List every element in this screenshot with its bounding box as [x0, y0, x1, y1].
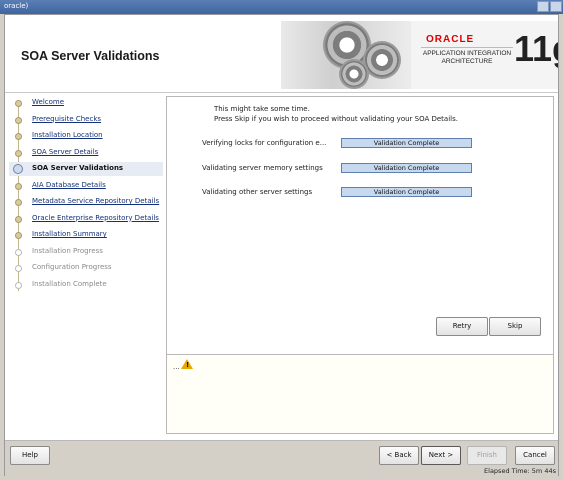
nav-step-prerequisite-checks[interactable]: Prerequisite Checks [9, 113, 163, 127]
nav-step-soa-server-details[interactable]: SOA Server Details [9, 146, 163, 160]
step-done-icon [15, 182, 22, 190]
step-current-icon [13, 164, 23, 174]
nav-step-installation-complete: Installation Complete [9, 278, 163, 292]
close-window-button[interactable] [550, 1, 562, 12]
status-bar: Elapsed Time: 5m 44s [5, 467, 558, 476]
step-done-icon [15, 232, 22, 239]
nav-step-aia-database-details[interactable]: AIA Database Details [9, 179, 163, 193]
step-done-icon [15, 149, 22, 157]
installer-window: SOA Server Validations ORACLE APPLICATIO… [4, 14, 559, 476]
wizard-steps-nav: Welcome Prerequisite Checks Installation… [9, 93, 163, 438]
step-done-icon [15, 215, 22, 223]
skip-button[interactable]: Skip [489, 317, 541, 336]
gears-graphic [281, 21, 411, 89]
wizard-footer: Help < Back Next > Finish Cancel [5, 440, 558, 468]
page-header: SOA Server Validations ORACLE APPLICATIO… [5, 15, 558, 93]
cancel-button[interactable]: Cancel [515, 446, 555, 465]
step-done-icon [15, 133, 22, 140]
nav-step-oracle-enterprise-repository[interactable]: Oracle Enterprise Repository Details [9, 212, 163, 226]
window-titlebar: oracle) [0, 0, 563, 14]
product-name-line2: ARCHITECTURE [441, 58, 493, 65]
back-button[interactable]: < Back [379, 446, 419, 465]
step-pending-icon [15, 281, 22, 289]
validation-label: Validating other server settings [202, 188, 313, 196]
nav-step-welcome[interactable]: Welcome [9, 96, 163, 110]
retry-button[interactable]: Retry [436, 317, 488, 336]
help-button[interactable]: Help [10, 446, 50, 465]
page-title: SOA Server Validations [21, 49, 160, 63]
minimize-button[interactable] [537, 1, 549, 12]
info-text: This might take some time. Press Skip if… [214, 105, 458, 124]
validation-status: Validation Complete [341, 187, 472, 197]
product-banner: ORACLE APPLICATION INTEGRATION ARCHITECT… [281, 21, 558, 89]
validation-row: Verifying locks for configuration e... V… [202, 138, 532, 150]
product-name-line1: APPLICATION INTEGRATION [422, 50, 512, 57]
window-title: oracle) [4, 2, 29, 10]
gear-icon [325, 23, 369, 67]
finish-button: Finish [467, 446, 507, 465]
validation-label: Validating server memory settings [202, 164, 323, 172]
validation-row: Validating server memory settings Valida… [202, 163, 532, 175]
gear-icon [341, 61, 367, 87]
next-button[interactable]: Next > [421, 446, 461, 465]
validation-label: Verifying locks for configuration e... [202, 139, 327, 147]
nav-step-installation-progress: Installation Progress [9, 245, 163, 259]
nav-step-configuration-progress: Configuration Progress [9, 261, 163, 275]
elapsed-time: Elapsed Time: 5m 44s [484, 467, 556, 475]
step-done-icon [15, 100, 22, 107]
validation-panel: This might take some time. Press Skip if… [166, 96, 554, 360]
nav-step-metadata-service-repository[interactable]: Metadata Service Repository Details [9, 195, 163, 209]
oracle-logo: ORACLE [426, 34, 475, 45]
info-line-1: This might take some time. [214, 105, 310, 113]
nav-step-soa-server-validations[interactable]: SOA Server Validations [9, 162, 163, 176]
warning-mark: ! [186, 361, 190, 369]
step-pending-icon [15, 248, 22, 256]
version-badge: 11g [514, 28, 558, 69]
message-log: ... ! [166, 354, 554, 434]
log-text: ... [173, 363, 180, 371]
nav-step-installation-location[interactable]: Installation Location [9, 129, 163, 143]
step-pending-icon [15, 265, 22, 272]
product-name: APPLICATION INTEGRATION ARCHITECTURE [421, 47, 513, 66]
step-done-icon [15, 116, 22, 124]
nav-step-installation-summary[interactable]: Installation Summary [9, 228, 163, 242]
validation-row: Validating other server settings Validat… [202, 187, 532, 199]
validation-status: Validation Complete [341, 138, 472, 148]
step-done-icon [15, 199, 22, 206]
info-line-2: Press Skip if you wish to proceed withou… [214, 114, 458, 123]
gear-icon [365, 43, 399, 77]
validation-status: Validation Complete [341, 163, 472, 173]
